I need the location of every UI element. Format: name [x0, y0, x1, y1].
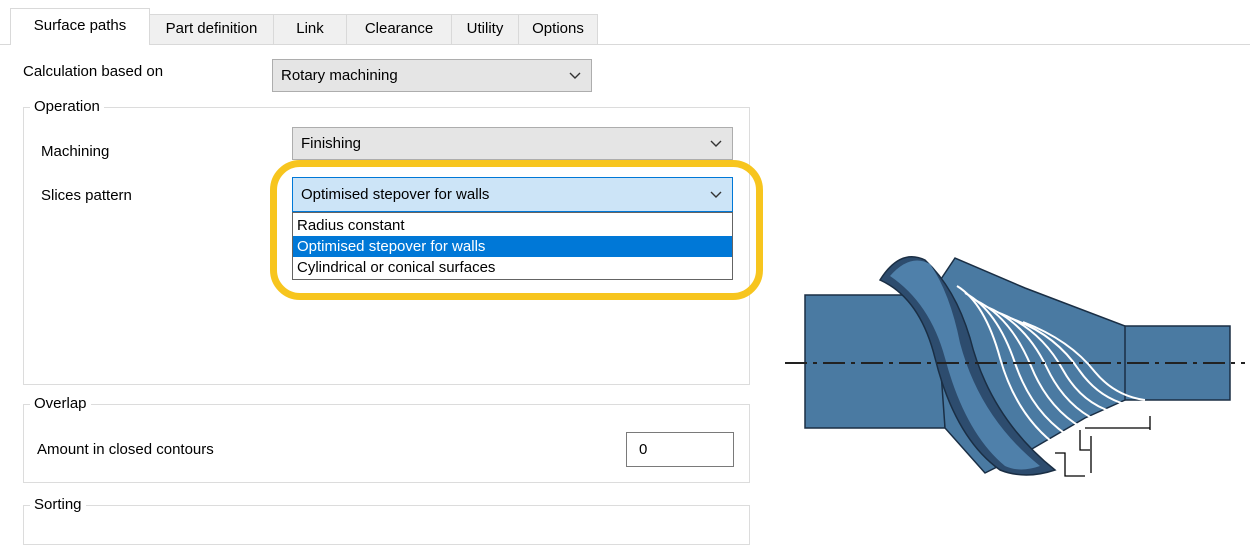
- machining-label: Machining: [41, 143, 110, 160]
- chevron-down-icon: [710, 140, 722, 147]
- sorting-group-title: Sorting: [30, 496, 86, 514]
- tab-clearance[interactable]: Clearance: [346, 14, 452, 44]
- tab-link[interactable]: Link: [273, 14, 347, 44]
- tab-bar: Surface paths Part definition Link Clear…: [0, 0, 1250, 46]
- machining-select[interactable]: Finishing: [292, 127, 733, 160]
- tab-bar-border: [150, 44, 1250, 45]
- amount-closed-contours-input[interactable]: 0: [626, 432, 734, 467]
- slices-pattern-label: Slices pattern: [41, 187, 132, 204]
- overlap-group-title: Overlap: [30, 395, 91, 413]
- tab-part-definition[interactable]: Part definition: [149, 14, 274, 44]
- chevron-down-icon: [569, 72, 581, 79]
- operation-group-title: Operation: [30, 98, 104, 116]
- tab-options[interactable]: Options: [518, 14, 598, 44]
- rotary-part-illustration: [785, 256, 1245, 477]
- calculation-select[interactable]: Rotary machining: [272, 59, 592, 92]
- tab-surface-paths[interactable]: Surface paths: [10, 8, 150, 45]
- sorting-group: [23, 505, 750, 545]
- tab-bar-border: [0, 44, 10, 45]
- machining-select-value: Finishing: [301, 135, 362, 152]
- tab-utility[interactable]: Utility: [451, 14, 519, 44]
- amount-closed-contours-label: Amount in closed contours: [37, 441, 214, 458]
- calculation-label: Calculation based on: [23, 63, 164, 80]
- callout-highlight: [270, 160, 763, 300]
- calculation-select-value: Rotary machining: [281, 67, 398, 84]
